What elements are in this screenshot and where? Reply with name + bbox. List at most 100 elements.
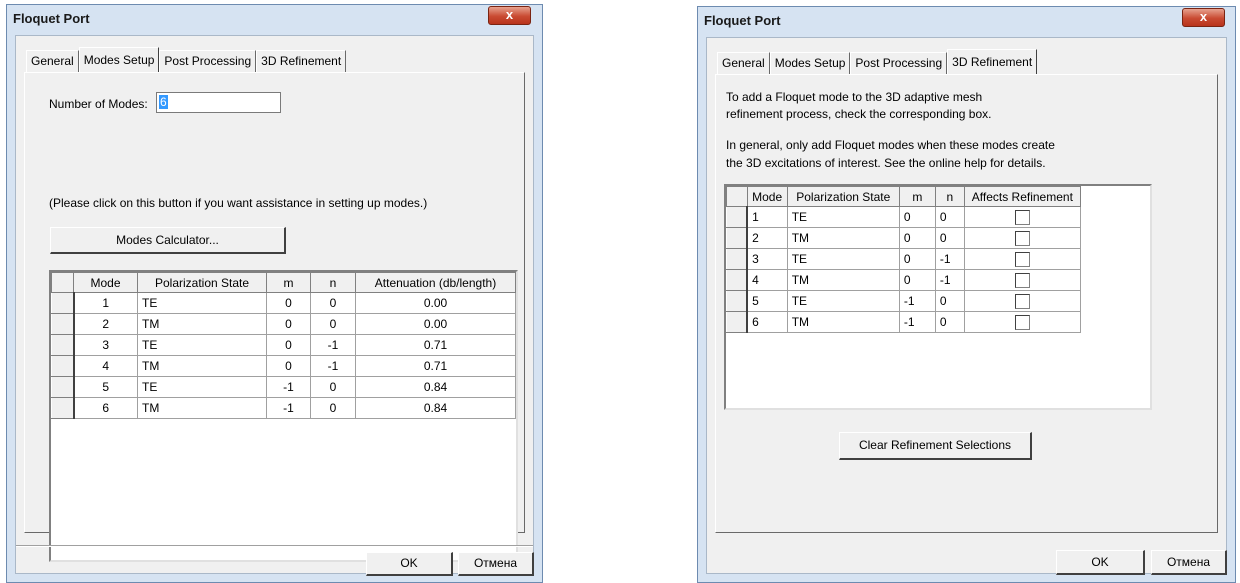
cell-polarization[interactable]: TM — [137, 313, 267, 335]
cell-mode[interactable]: 6 — [746, 311, 788, 333]
table-row[interactable]: 1 TE 0 0 — [726, 206, 1082, 228]
table-row[interactable]: 4 TM 0 -1 0.71 — [51, 355, 516, 377]
cell-polarization[interactable]: TE — [137, 334, 267, 356]
cell-m[interactable]: -1 — [266, 397, 311, 419]
cancel-button[interactable]: Отмена — [1151, 550, 1227, 575]
table-row[interactable]: 3 TE 0 -1 0.71 — [51, 334, 516, 356]
title-bar[interactable]: Floquet Port x — [7, 5, 542, 31]
row-header[interactable] — [726, 290, 749, 312]
modes-calculator-button[interactable]: Modes Calculator... — [50, 227, 286, 254]
row-header[interactable] — [51, 313, 75, 335]
cell-polarization[interactable]: TE — [137, 376, 267, 398]
affects-refinement-checkbox[interactable] — [1014, 293, 1030, 309]
cell-attenuation[interactable]: 0.00 — [355, 313, 516, 335]
row-header[interactable] — [51, 376, 75, 398]
cell-m[interactable]: -1 — [898, 311, 936, 333]
table-row[interactable]: 2 TM 0 0 0.00 — [51, 313, 516, 335]
row-header[interactable] — [726, 227, 749, 249]
cell-mode[interactable]: 2 — [746, 227, 788, 249]
cell-polarization[interactable]: TM — [137, 397, 267, 419]
row-header[interactable] — [726, 269, 749, 291]
clear-refinement-selections-button[interactable]: Clear Refinement Selections — [839, 432, 1032, 460]
cell-attenuation[interactable]: 0.71 — [355, 355, 516, 377]
cell-affects-refinement[interactable] — [963, 290, 1082, 312]
cell-affects-refinement[interactable] — [963, 269, 1082, 291]
cell-n[interactable]: -1 — [310, 355, 356, 377]
cell-mode[interactable]: 4 — [746, 269, 788, 291]
cell-n[interactable]: -1 — [310, 334, 356, 356]
ok-button[interactable]: OK — [1056, 550, 1145, 575]
cell-polarization[interactable]: TM — [786, 227, 900, 249]
table-row[interactable]: 4 TM 0 -1 — [726, 269, 1082, 291]
cell-polarization[interactable]: TM — [786, 269, 900, 291]
affects-refinement-checkbox[interactable] — [1014, 272, 1030, 288]
cell-mode[interactable]: 4 — [73, 355, 138, 377]
cell-affects-refinement[interactable] — [963, 206, 1082, 228]
cell-mode[interactable]: 3 — [746, 248, 788, 270]
table-row[interactable]: 6 TM -1 0 0.84 — [51, 397, 516, 419]
cell-m[interactable]: 0 — [266, 334, 311, 356]
cell-mode[interactable]: 6 — [73, 397, 138, 419]
cell-affects-refinement[interactable] — [963, 227, 1082, 249]
cell-affects-refinement[interactable] — [963, 248, 1082, 270]
cell-attenuation[interactable]: 0.84 — [355, 397, 516, 419]
cell-affects-refinement[interactable] — [963, 311, 1082, 333]
cell-n[interactable]: 0 — [310, 292, 356, 314]
row-header[interactable] — [726, 248, 749, 270]
close-button[interactable]: x — [488, 6, 531, 25]
cell-mode[interactable]: 2 — [73, 313, 138, 335]
tab-post-processing[interactable]: Post Processing — [850, 52, 948, 74]
title-bar[interactable]: Floquet Port x — [698, 7, 1235, 33]
row-header[interactable] — [51, 292, 75, 314]
affects-refinement-checkbox[interactable] — [1014, 251, 1030, 267]
cell-polarization[interactable]: TM — [137, 355, 267, 377]
table-row[interactable]: 3 TE 0 -1 — [726, 248, 1082, 270]
cell-m[interactable]: 0 — [898, 227, 936, 249]
cell-m[interactable]: -1 — [898, 290, 936, 312]
cancel-button[interactable]: Отмена — [458, 552, 534, 576]
affects-refinement-checkbox[interactable] — [1014, 230, 1030, 246]
cell-polarization[interactable]: TE — [786, 248, 900, 270]
tab-general[interactable]: General — [26, 50, 79, 72]
cell-n[interactable]: -1 — [934, 269, 965, 291]
cell-m[interactable]: 0 — [898, 248, 936, 270]
cell-attenuation[interactable]: 0.84 — [355, 376, 516, 398]
cell-m[interactable]: 0 — [898, 269, 936, 291]
tab-3d-refinement[interactable]: 3D Refinement — [947, 49, 1038, 74]
row-header[interactable] — [726, 311, 749, 333]
table-row[interactable]: 1 TE 0 0 0.00 — [51, 292, 516, 314]
row-header[interactable] — [51, 397, 75, 419]
row-header[interactable] — [51, 355, 75, 377]
row-header[interactable] — [51, 334, 75, 356]
cell-m[interactable]: 0 — [266, 355, 311, 377]
cell-n[interactable]: 0 — [310, 397, 356, 419]
cell-n[interactable]: 0 — [934, 290, 965, 312]
table-row[interactable]: 2 TM 0 0 — [726, 227, 1082, 249]
tab-post-processing[interactable]: Post Processing — [159, 50, 257, 72]
tab-general[interactable]: General — [717, 52, 770, 74]
cell-mode[interactable]: 5 — [73, 376, 138, 398]
cell-mode[interactable]: 5 — [746, 290, 788, 312]
cell-m[interactable]: 0 — [266, 313, 311, 335]
cell-m[interactable]: 0 — [898, 206, 936, 228]
cell-n[interactable]: 0 — [934, 227, 965, 249]
cell-mode[interactable]: 3 — [73, 334, 138, 356]
cell-n[interactable]: 0 — [310, 313, 356, 335]
affects-refinement-checkbox[interactable] — [1014, 314, 1030, 330]
tab-modes-setup[interactable]: Modes Setup — [769, 52, 851, 74]
close-button[interactable]: x — [1182, 8, 1225, 27]
cell-mode[interactable]: 1 — [746, 206, 788, 228]
cell-polarization[interactable]: TM — [786, 311, 900, 333]
tab-3d-refinement[interactable]: 3D Refinement — [256, 50, 347, 72]
cell-n[interactable]: 0 — [934, 206, 965, 228]
table-row[interactable]: 5 TE -1 0 0.84 — [51, 376, 516, 398]
cell-polarization[interactable]: TE — [137, 292, 267, 314]
tab-modes-setup[interactable]: Modes Setup — [78, 47, 160, 72]
number-of-modes-input[interactable]: 6 — [156, 92, 281, 113]
cell-m[interactable]: 0 — [266, 292, 311, 314]
cell-n[interactable]: 0 — [310, 376, 356, 398]
cell-mode[interactable]: 1 — [73, 292, 138, 314]
cell-polarization[interactable]: TE — [786, 290, 900, 312]
affects-refinement-checkbox[interactable] — [1014, 209, 1030, 225]
cell-m[interactable]: -1 — [266, 376, 311, 398]
